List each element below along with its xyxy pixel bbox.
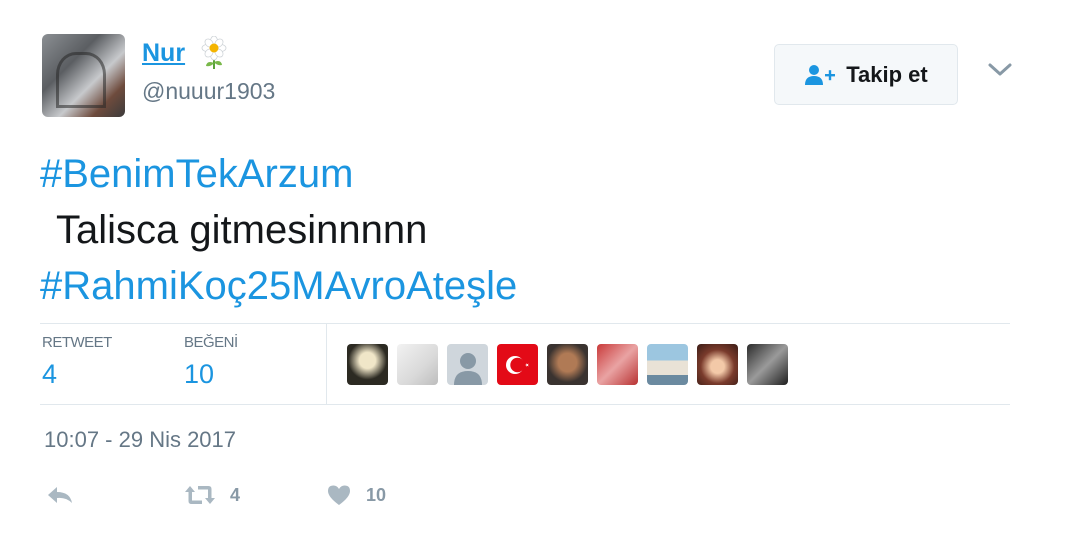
flower-emoji-icon — [201, 36, 227, 69]
tweet-body-text: Talisca gitmesinnnnn — [56, 208, 428, 252]
follow-button-label: Takip et — [846, 61, 928, 87]
liker-avatars — [347, 344, 788, 385]
retweet-action-count: 4 — [230, 484, 241, 505]
reply-button[interactable] — [46, 484, 74, 506]
retweet-stat-label: RETWEET — [42, 334, 112, 351]
profile-avatar[interactable] — [42, 34, 125, 117]
reply-icon — [48, 487, 72, 503]
stats-vertical-divider — [326, 324, 327, 404]
user-name[interactable]: Nur — [142, 39, 185, 68]
turkish-flag-icon — [505, 355, 529, 374]
follow-button[interactable]: Takip et — [774, 44, 958, 105]
heart-icon — [328, 485, 350, 505]
liker-avatar[interactable] — [547, 344, 588, 385]
liker-avatar[interactable] — [397, 344, 438, 385]
liker-avatar[interactable] — [647, 344, 688, 385]
tweet-timestamp[interactable]: 10:07 - 29 Nis 2017 — [44, 427, 236, 453]
retweet-button[interactable]: 4 — [184, 484, 240, 506]
liker-avatar[interactable] — [447, 344, 488, 385]
chevron-down-icon[interactable] — [986, 60, 1014, 80]
like-stat[interactable]: BEĞENİ 10 — [184, 334, 238, 390]
default-avatar-icon — [453, 353, 482, 385]
add-user-icon — [805, 64, 836, 85]
like-stat-label: BEĞENİ — [184, 334, 238, 351]
liker-avatar[interactable] — [697, 344, 738, 385]
hashtag-link[interactable]: #BenimTekArzum — [40, 146, 517, 202]
hashtag-link[interactable]: #RahmiKoç25MAvroAteşle — [40, 258, 517, 314]
user-name-row: Nur — [142, 36, 229, 70]
like-stat-count: 10 — [184, 359, 215, 389]
retweet-stat-count: 4 — [42, 359, 58, 389]
stats-top-divider — [40, 323, 1010, 324]
liker-avatar[interactable] — [347, 344, 388, 385]
retweet-icon — [185, 486, 215, 504]
liker-avatar[interactable] — [747, 344, 788, 385]
retweet-stat[interactable]: RETWEET 4 — [42, 334, 112, 390]
tweet-text: #BenimTekArzum Talisca gitmesinnnnn #Rah… — [40, 146, 517, 314]
like-button[interactable]: 10 — [326, 484, 386, 506]
liker-avatar[interactable] — [497, 344, 538, 385]
liker-avatar[interactable] — [597, 344, 638, 385]
stats-bottom-divider — [40, 404, 1010, 405]
user-handle[interactable]: @nuuur1903 — [142, 78, 275, 105]
like-action-count: 10 — [366, 484, 387, 505]
